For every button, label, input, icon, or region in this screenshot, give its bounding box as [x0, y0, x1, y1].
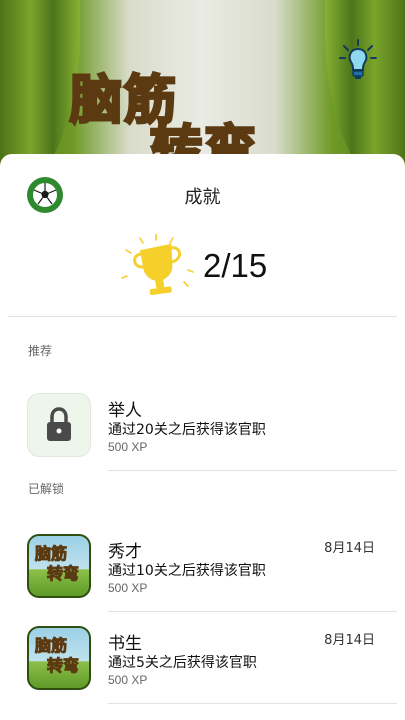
- achievement-xp: 500 XP: [108, 440, 148, 454]
- achievement-item-unlocked[interactable]: 脑筋 转弯 秀才 8月14日 通过10关之后获得该官职 500 XP: [0, 534, 405, 624]
- game-art-icon: 脑筋 转弯: [27, 626, 91, 690]
- achievement-date: 8月14日: [324, 541, 375, 556]
- progress-count: 2/15: [203, 247, 268, 284]
- achievement-description: 通过10关之后获得该官职: [108, 563, 266, 579]
- sheet-title: 成就: [184, 187, 221, 208]
- achievement-xp: 500 XP: [108, 673, 148, 687]
- lock-icon: [47, 407, 71, 441]
- achievement-item-unlocked[interactable]: 脑筋 转弯 书生 8月14日 通过5关之后获得该官职 500 XP: [0, 626, 405, 716]
- item-divider: [108, 611, 397, 612]
- divider: [8, 316, 397, 317]
- achievement-progress: 2/15: [0, 234, 405, 316]
- achievements-sheet: 成就 2/15 推荐 举人 通过20关之后获得该官职 500 XP 已解锁 脑筋…: [0, 154, 405, 720]
- icon-text-bottom: 转弯: [46, 564, 80, 584]
- achievement-title: 书生: [108, 634, 142, 654]
- locked-achievement-icon: [27, 393, 91, 457]
- item-divider: [108, 470, 397, 471]
- achievement-item-locked[interactable]: 举人 通过20关之后获得该官职 500 XP: [0, 393, 405, 483]
- trophy-icon: [121, 234, 194, 295]
- achievement-date: 8月14日: [324, 633, 375, 648]
- item-divider: [108, 703, 397, 704]
- achievement-title: 举人: [108, 401, 142, 421]
- game-art-icon: 脑筋 转弯: [27, 534, 91, 598]
- achievement-description: 通过5关之后获得该官职: [108, 655, 257, 671]
- achievement-description: 通过20关之后获得该官职: [108, 422, 266, 438]
- achievement-xp: 500 XP: [108, 581, 148, 595]
- section-label-recommended: 推荐: [28, 344, 53, 358]
- lightbulb-icon[interactable]: [338, 38, 378, 82]
- achievement-title: 秀才: [108, 542, 142, 562]
- sheet-header: 成就: [0, 154, 405, 234]
- icon-text-bottom: 转弯: [46, 656, 80, 676]
